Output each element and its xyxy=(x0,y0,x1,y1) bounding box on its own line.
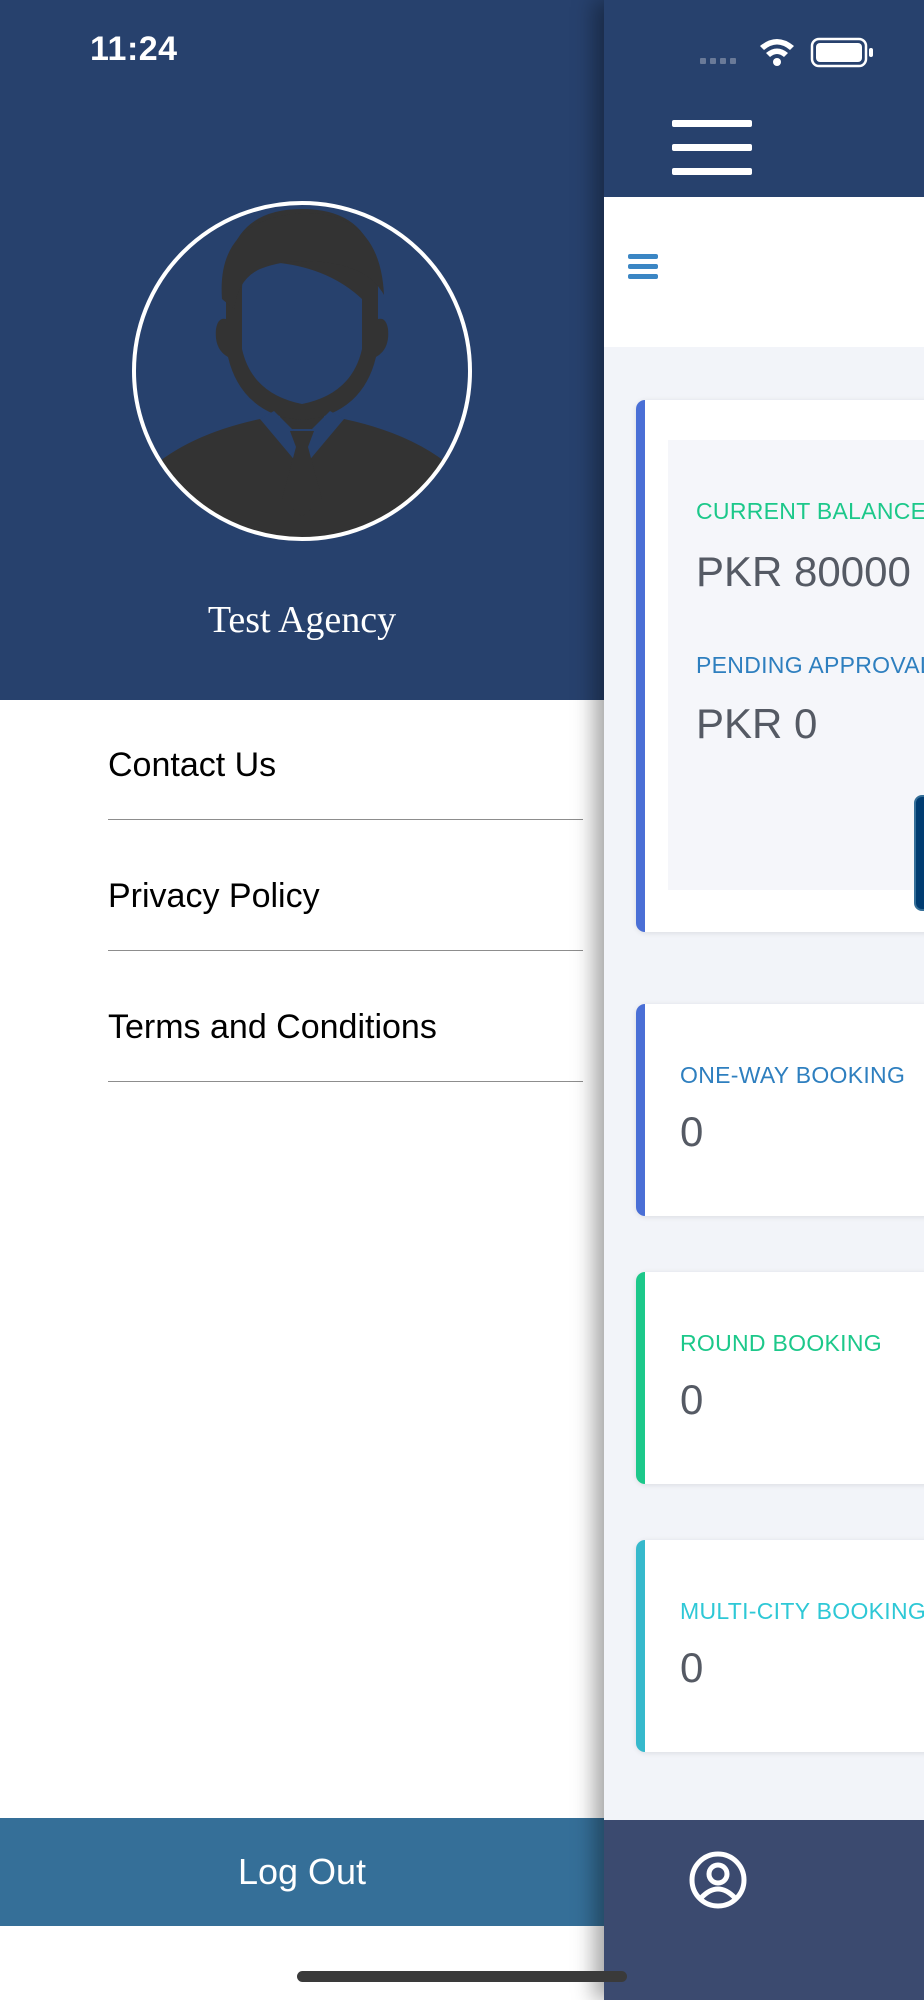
round-booking-card[interactable]: ROUND BOOKING 0 xyxy=(636,1272,924,1484)
sub-header xyxy=(604,197,924,347)
user-avatar-icon xyxy=(132,201,472,541)
balance-panel: CURRENT BALANCE PKR 80000 PENDING APPROV… xyxy=(668,440,924,911)
menu-item-label: Terms and Conditions xyxy=(108,1008,437,1046)
wifi-icon xyxy=(760,39,794,66)
home-indicator xyxy=(297,1971,627,1982)
side-drawer: 11:24 Test Agency Contact Us Privacy Pol… xyxy=(0,0,604,2000)
menu-item-terms-and-conditions[interactable]: Terms and Conditions xyxy=(108,952,583,1082)
menu-item-label: Contact Us xyxy=(108,746,277,784)
round-booking-label: ROUND BOOKING xyxy=(680,1330,882,1356)
status-icons xyxy=(700,37,873,68)
drawer-header: 11:24 Test Agency xyxy=(0,0,604,700)
agency-name: Test Agency xyxy=(207,599,397,641)
one-way-booking-count: 0 xyxy=(680,1108,704,1155)
top-app-bar xyxy=(604,0,924,197)
menu-item-label: Privacy Policy xyxy=(108,877,320,915)
hamburger-icon[interactable] xyxy=(672,120,752,176)
hamburger-icon[interactable] xyxy=(628,254,658,284)
pending-approval-label: PENDING APPROVAL xyxy=(696,652,924,678)
status-time: 11:24 xyxy=(90,30,178,68)
current-balance-value: PKR 80000 xyxy=(696,548,911,595)
menu-item-privacy-policy[interactable]: Privacy Policy xyxy=(108,821,583,951)
battery-icon xyxy=(810,37,873,68)
bottom-tab-bar xyxy=(604,1820,924,2000)
logout-button[interactable]: Log Out xyxy=(0,1818,604,1926)
multi-city-booking-count: 0 xyxy=(680,1644,704,1691)
current-balance-label: CURRENT BALANCE xyxy=(696,498,924,524)
user-circle-icon[interactable] xyxy=(688,1850,748,1910)
add-balance-button[interactable]: + xyxy=(914,795,924,911)
multi-city-booking-card[interactable]: MULTI-CITY BOOKING 0 xyxy=(636,1540,924,1752)
menu-item-contact-us[interactable]: Contact Us xyxy=(108,690,583,820)
pending-approval-value: PKR 0 xyxy=(696,700,818,747)
multi-city-booking-label: MULTI-CITY BOOKING xyxy=(680,1598,924,1624)
dashboard-screen: CURRENT BALANCE PKR 80000 PENDING APPROV… xyxy=(604,0,924,2000)
one-way-booking-card[interactable]: ONE-WAY BOOKING 0 xyxy=(636,1004,924,1216)
round-booking-count: 0 xyxy=(680,1376,704,1423)
one-way-booking-label: ONE-WAY BOOKING xyxy=(680,1062,906,1088)
balance-card: CURRENT BALANCE PKR 80000 PENDING APPROV… xyxy=(636,400,924,932)
signal-icon xyxy=(700,58,736,64)
